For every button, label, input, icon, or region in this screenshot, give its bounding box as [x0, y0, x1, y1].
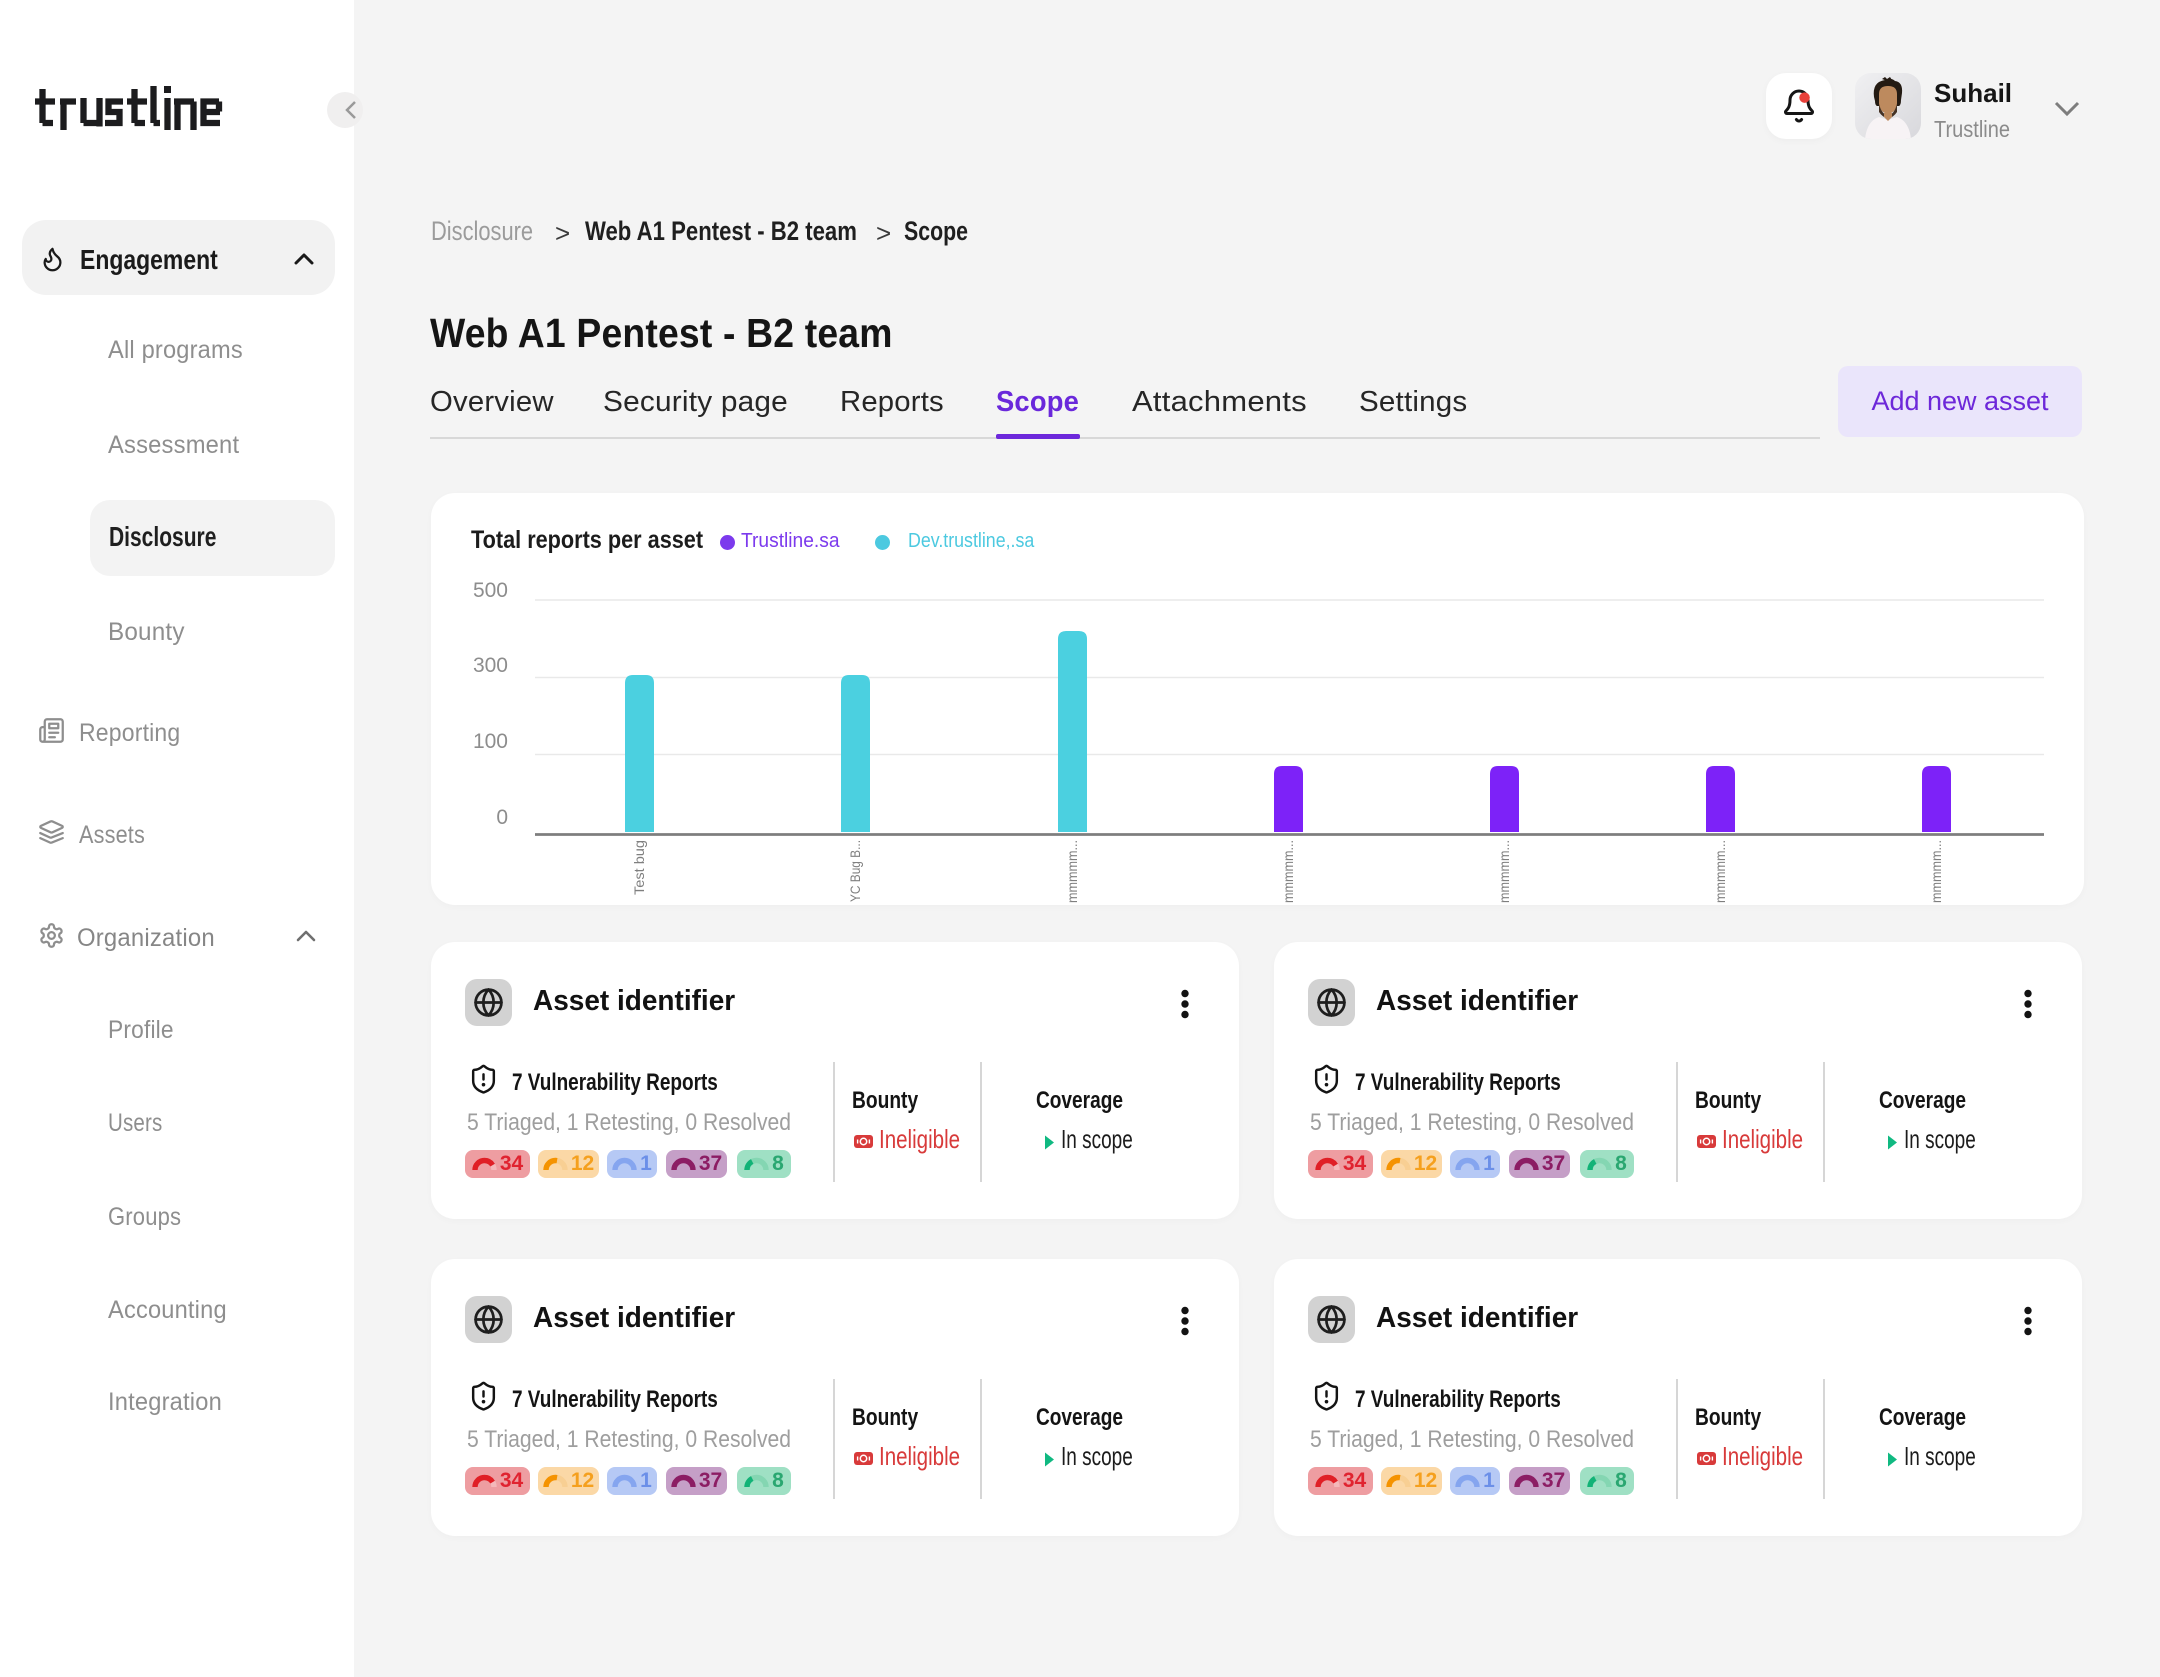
- svg-text:300: 300: [473, 654, 508, 677]
- svg-text:mmmmm...: mmmmm...: [1280, 840, 1296, 903]
- svg-text:mmmmm...: mmmmm...: [1496, 840, 1512, 903]
- svg-text:500: 500: [473, 579, 508, 602]
- svg-text:mmmmm...: mmmmm...: [1712, 840, 1728, 903]
- svg-text:mmmmm...: mmmmm...: [1064, 840, 1080, 903]
- svg-text:YC Bug B...: YC Bug B...: [847, 840, 863, 902]
- svg-text:100: 100: [473, 730, 508, 753]
- svg-text:mmmmm...: mmmmm...: [1928, 840, 1944, 903]
- svg-text:0: 0: [496, 806, 508, 829]
- svg-text:Test bug: Test bug: [631, 840, 647, 895]
